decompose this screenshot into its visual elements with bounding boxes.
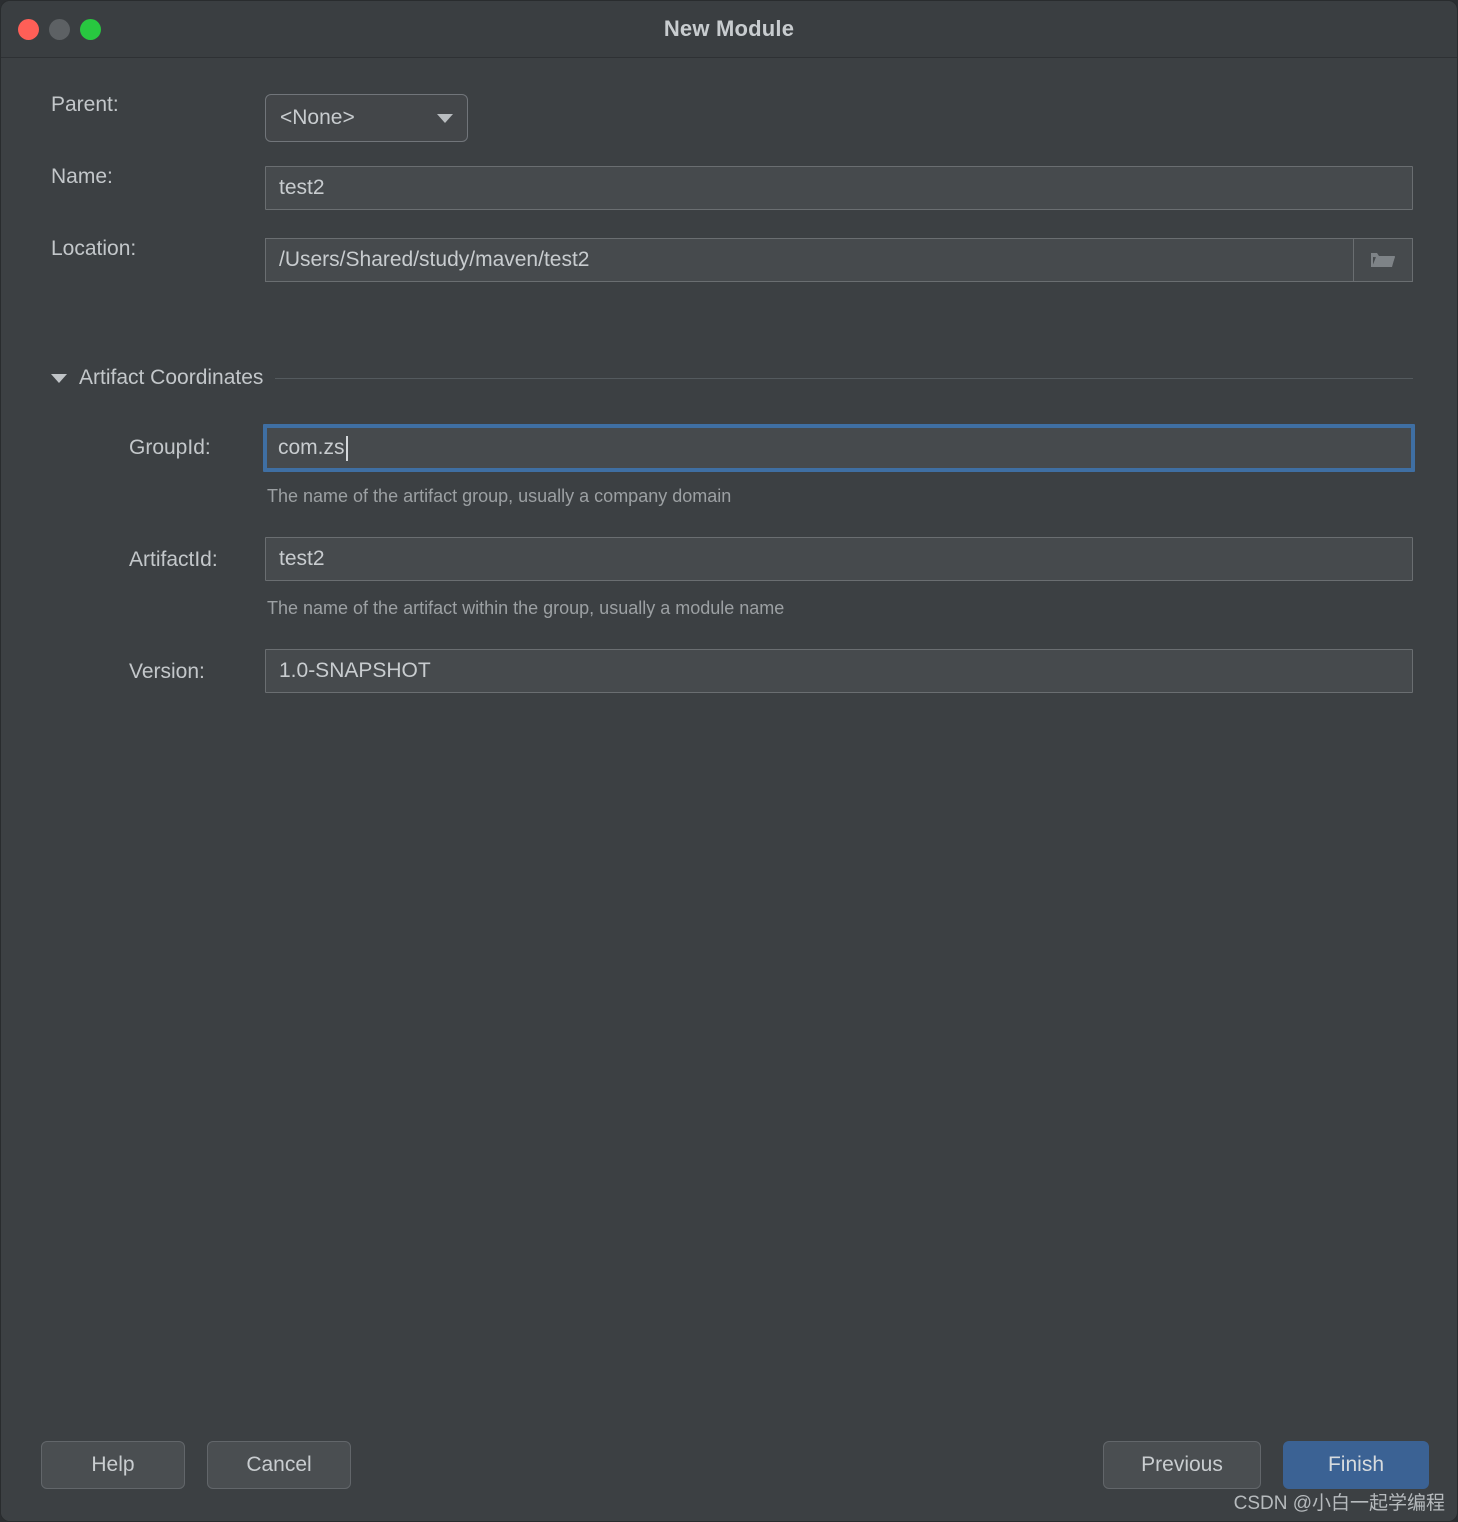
browse-location-button[interactable] [1353,238,1413,282]
minimize-button[interactable] [49,18,70,40]
group-id-input[interactable]: com.zs [263,424,1415,472]
artifact-id-label: ArtifactId: [129,548,218,571]
version-label: Version: [129,660,205,683]
version-row: Version: [129,660,205,684]
artifact-id-input[interactable]: test2 [265,537,1413,581]
new-module-dialog: New Module Parent: <None> Name: test2 Lo… [0,0,1458,1522]
maximize-button[interactable] [80,18,101,40]
name-input[interactable]: test2 [265,166,1413,210]
watermark: CSDN @小白一起学编程 [1233,1493,1445,1514]
cancel-button[interactable]: Cancel [207,1441,351,1489]
location-input-value: /Users/Shared/study/maven/test2 [279,248,590,271]
folder-icon [1371,253,1395,267]
dialog-footer: Help Cancel Previous Finish CSDN @小白一起学编… [1,1421,1457,1521]
version-input[interactable]: 1.0-SNAPSHOT [265,649,1413,693]
previous-button[interactable]: Previous [1103,1441,1261,1489]
artifact-id-input-value: test2 [279,547,325,570]
name-label: Name: [51,165,113,188]
parent-select-value: <None> [280,106,355,129]
group-id-label: GroupId: [129,436,211,459]
chevron-down-icon [437,113,453,123]
triangle-down-icon [51,373,67,383]
artifact-id-hint: The name of the artifact within the grou… [267,598,785,618]
window-title: New Module [663,16,795,41]
location-field-group: /Users/Shared/study/maven/test2 [265,238,1413,282]
artifact-coordinates-section-header[interactable]: Artifact Coordinates [51,366,1413,390]
name-input-value: test2 [279,176,325,199]
window-controls [18,1,101,57]
finish-button[interactable]: Finish [1283,1441,1429,1489]
group-id-hint: The name of the artifact group, usually … [267,486,732,506]
group-id-input-value: com.zs [278,436,345,459]
close-button[interactable] [18,18,39,40]
title-bar: New Module [1,1,1457,58]
artifact-id-row: ArtifactId: [129,548,218,572]
parent-label: Parent: [51,93,119,116]
name-row: Name: [51,165,113,189]
parent-select[interactable]: <None> [265,94,468,142]
section-divider [275,377,1413,379]
help-button[interactable]: Help [41,1441,185,1489]
artifact-coordinates-title: Artifact Coordinates [79,366,264,389]
location-label: Location: [51,237,137,260]
group-id-row: GroupId: [129,436,211,460]
version-input-value: 1.0-SNAPSHOT [279,659,431,682]
parent-row: Parent: [51,93,119,117]
location-row: Location: [51,237,136,261]
location-input[interactable]: /Users/Shared/study/maven/test2 [265,238,1353,282]
dialog-body: Parent: <None> Name: test2 Location: /Us… [1,58,1457,1521]
text-caret [345,435,348,461]
